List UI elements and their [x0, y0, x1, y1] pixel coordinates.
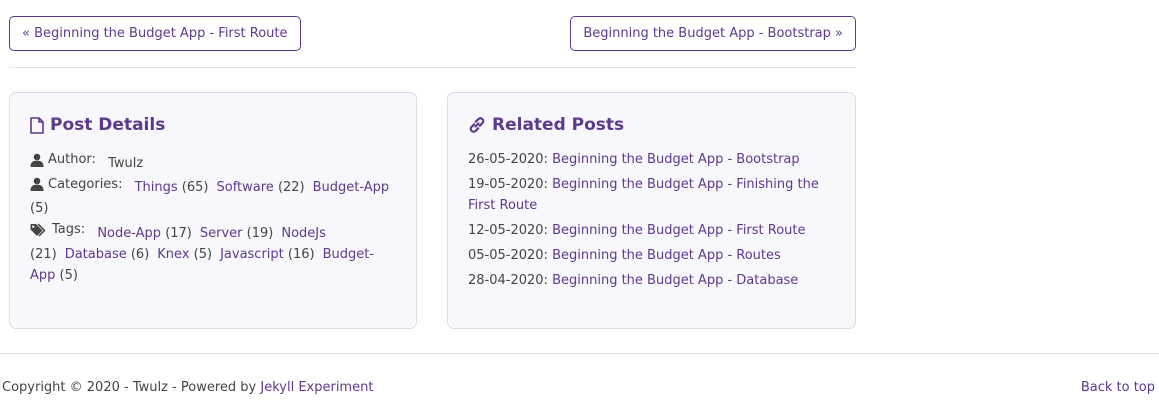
next-post-button[interactable]: Beginning the Budget App - Bootstrap »: [570, 16, 856, 51]
related-post-link[interactable]: Beginning the Budget App - First Route: [552, 223, 805, 238]
author-label: Author:: [48, 152, 96, 167]
author-line: Author: Twulz: [30, 149, 396, 174]
back-to-top-link[interactable]: Back to top: [1081, 380, 1155, 395]
category-link[interactable]: Software (22): [216, 180, 304, 195]
related-post-link[interactable]: Beginning the Budget App - Database: [552, 273, 798, 288]
user-icon: [30, 153, 44, 167]
tags-label: Tags:: [52, 222, 86, 237]
tag-link[interactable]: Node-App (17): [97, 226, 192, 241]
user-icon: [30, 177, 44, 191]
related-post-link[interactable]: Beginning the Budget App - Bootstrap: [552, 152, 800, 167]
related-post-date: 26-05-2020:: [468, 152, 548, 167]
previous-post-button[interactable]: « Beginning the Budget App - First Route: [9, 16, 301, 51]
related-post-date: 28-04-2020:: [468, 273, 548, 288]
tag-link[interactable]: Javascript (16): [220, 247, 315, 262]
related-post-item: 05-05-2020: Beginning the Budget App - R…: [468, 245, 835, 266]
related-post-item: 19-05-2020: Beginning the Budget App - F…: [468, 174, 835, 216]
related-post-item: 28-04-2020: Beginning the Budget App - D…: [468, 270, 835, 291]
jekyll-experiment-link[interactable]: Jekyll Experiment: [260, 380, 373, 395]
category-link[interactable]: Things (65): [135, 180, 209, 195]
post-details-title: Post Details: [50, 115, 166, 135]
related-post-item: 26-05-2020: Beginning the Budget App - B…: [468, 149, 835, 170]
post-details-heading: Post Details: [30, 113, 396, 137]
author-value: Twulz: [108, 155, 144, 171]
post-details-card: Post Details Author: Twulz Categories: T…: [9, 92, 417, 329]
related-post-date: 19-05-2020:: [468, 177, 548, 192]
link-icon: [469, 117, 485, 133]
tag-link[interactable]: Database (6): [65, 247, 150, 262]
related-posts-list: 26-05-2020: Beginning the Budget App - B…: [468, 149, 835, 291]
related-posts-card: Related Posts 26-05-2020: Beginning the …: [447, 92, 856, 329]
divider: [9, 67, 856, 68]
related-post-link[interactable]: Beginning the Budget App - Routes: [552, 248, 781, 263]
tag-link[interactable]: Knex (5): [157, 247, 212, 262]
categories-label: Categories:: [48, 176, 123, 192]
related-post-item: 12-05-2020: Beginning the Budget App - F…: [468, 220, 835, 241]
related-posts-title: Related Posts: [492, 115, 625, 135]
tags-icon: [30, 222, 46, 237]
tags-line: Tags: Node-App (17) Server (19) NodeJs (21…: [30, 219, 396, 286]
copyright-text: Copyright © 2020 - Twulz - Powered by: [2, 380, 257, 395]
footer-copyright: Copyright © 2020 - Twulz - Powered by Je…: [2, 380, 373, 395]
categories-line: Categories: Things (65) Software (22) Budg…: [30, 174, 396, 220]
file-icon: [30, 116, 44, 134]
related-post-date: 12-05-2020:: [468, 223, 548, 238]
related-post-date: 05-05-2020:: [468, 248, 548, 263]
tag-link[interactable]: Server (19): [200, 226, 273, 241]
related-posts-heading: Related Posts: [468, 113, 835, 137]
footer-divider: [0, 353, 1159, 354]
